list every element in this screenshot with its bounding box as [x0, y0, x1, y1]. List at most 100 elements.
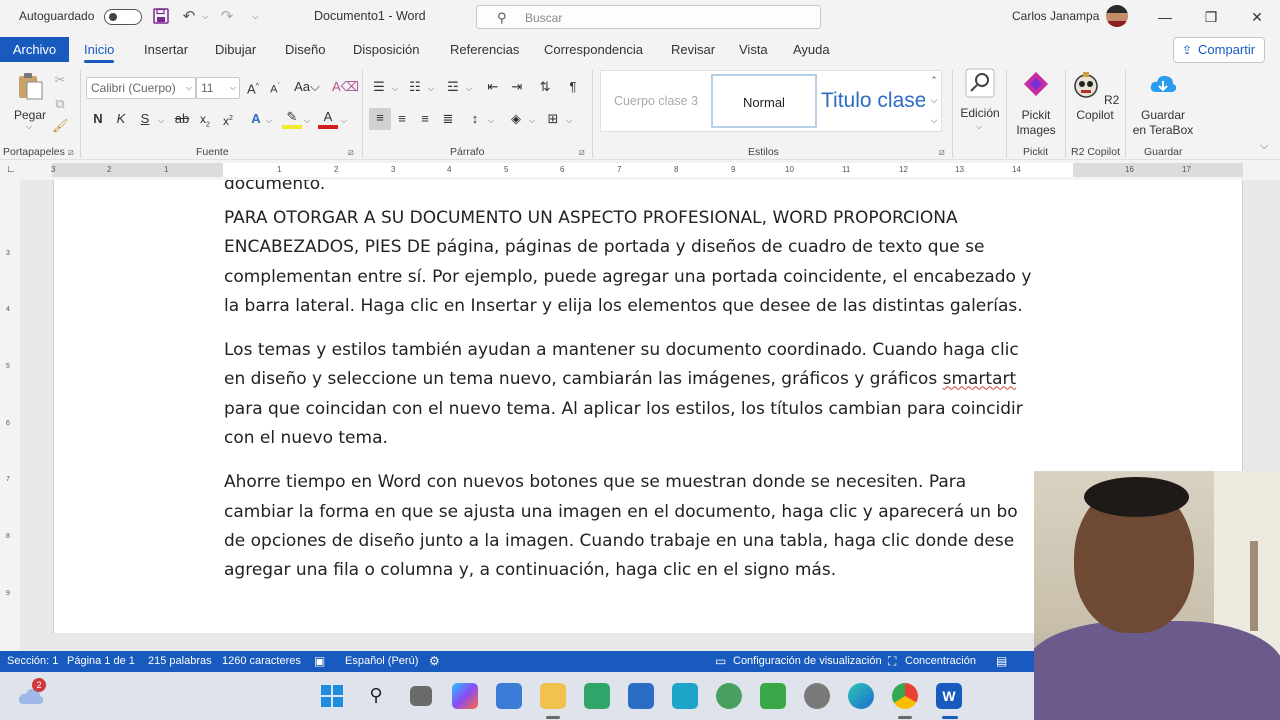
r2-copilot-button[interactable]: R2 Copilot: [1070, 70, 1120, 123]
calculator-icon[interactable]: [496, 683, 522, 709]
highlight-icon[interactable]: ✎: [282, 109, 302, 129]
close-icon[interactable]: ✕: [1245, 6, 1269, 28]
visual-studio-icon[interactable]: [628, 683, 654, 709]
format-painter-icon[interactable]: 🖌: [52, 116, 69, 136]
style-item-cuerpo[interactable]: Cuerpo clase 3: [603, 74, 709, 128]
horizontal-ruler[interactable]: ∟ 3 2 1 1 2 3 4 5 6 7 8 9 10 11 12 13 14…: [0, 160, 1280, 180]
clear-formatting-icon[interactable]: A⌫: [332, 77, 359, 97]
search-box[interactable]: ⚲ Buscar: [476, 5, 821, 29]
autosave-toggle[interactable]: [104, 9, 142, 25]
tab-correspondencia[interactable]: Correspondencia: [544, 42, 643, 57]
align-center-icon[interactable]: ≡: [393, 109, 411, 129]
proofing-icon[interactable]: ▣: [314, 654, 325, 668]
paragraph-launcher-icon[interactable]: ⧄: [579, 147, 585, 158]
bold-button[interactable]: N: [90, 109, 106, 129]
justify-icon[interactable]: ≣: [439, 109, 457, 129]
bullets-icon[interactable]: ☰: [370, 77, 388, 97]
show-formatting-icon[interactable]: ¶: [564, 77, 582, 97]
grow-font-icon[interactable]: A^: [244, 77, 262, 99]
weather-widget-icon[interactable]: 2: [18, 678, 48, 708]
camtasia-icon[interactable]: [760, 683, 786, 709]
multilevel-dropdown-icon[interactable]: ⌵: [466, 84, 472, 94]
word-icon[interactable]: W: [936, 683, 962, 709]
tab-insertar[interactable]: Insertar: [144, 42, 188, 57]
start-icon[interactable]: [319, 683, 345, 709]
highlight-dropdown-icon[interactable]: ⌵: [304, 116, 310, 126]
change-case-icon[interactable]: Aa⌵: [292, 77, 322, 97]
save-icon[interactable]: [152, 8, 170, 26]
task-view-icon[interactable]: [410, 686, 432, 706]
minimize-icon[interactable]: —: [1153, 6, 1177, 28]
paragraph-1[interactable]: PARA OTORGAR A SU DOCUMENTO UN ASPECTO P…: [224, 204, 1069, 321]
styles-more-icon[interactable]: ⌵: [926, 110, 942, 130]
status-chars[interactable]: 1260 caracteres: [222, 655, 301, 667]
paragraph-fragment[interactable]: documento.: [224, 180, 1069, 192]
tab-archivo[interactable]: Archivo: [0, 37, 69, 62]
styles-scroll-down-icon[interactable]: ⌵: [926, 90, 942, 110]
borders-icon[interactable]: ⊞: [544, 109, 562, 129]
increase-indent-icon[interactable]: ⇥: [508, 77, 526, 97]
status-display-settings[interactable]: Configuración de visualización: [733, 655, 882, 667]
paste-button[interactable]: Pegar: [10, 70, 50, 123]
misspelled-word[interactable]: smartart: [943, 369, 1017, 389]
editing-button[interactable]: Edición: [958, 68, 1002, 121]
cut-icon[interactable]: ✂: [52, 70, 68, 90]
line-spacing-icon[interactable]: ↕: [466, 109, 484, 129]
paste-dropdown-icon[interactable]: ⌵: [26, 122, 32, 132]
bullets-dropdown-icon[interactable]: ⌵: [392, 84, 398, 94]
tab-ayuda[interactable]: Ayuda: [793, 42, 830, 57]
paragraph-3[interactable]: Ahorre tiempo en Word con nuevos botones…: [224, 468, 1069, 585]
chrome-icon[interactable]: [892, 683, 918, 709]
font-color-icon[interactable]: A: [318, 109, 338, 129]
underline-button[interactable]: S: [137, 109, 153, 129]
display-settings-icon[interactable]: ▭: [715, 654, 726, 668]
tab-diseno[interactable]: Diseño: [285, 42, 325, 57]
tab-disposicion[interactable]: Disposición: [353, 42, 419, 57]
tab-inicio[interactable]: Inicio: [84, 42, 115, 63]
status-section[interactable]: Sección: 1: [7, 655, 58, 667]
avatar[interactable]: [1106, 5, 1128, 27]
globe-app-icon[interactable]: [716, 683, 742, 709]
decrease-indent-icon[interactable]: ⇤: [484, 77, 502, 97]
numbering-dropdown-icon[interactable]: ⌵: [428, 84, 434, 94]
status-page[interactable]: Página 1 de 1: [67, 655, 135, 667]
copilot-icon[interactable]: [452, 683, 478, 709]
edge-icon[interactable]: [848, 683, 874, 709]
collapse-ribbon-icon[interactable]: ⌵: [1260, 140, 1268, 153]
restore-icon[interactable]: ❐: [1199, 6, 1223, 28]
tab-referencias[interactable]: Referencias: [450, 42, 519, 57]
subscript-icon[interactable]: x2: [198, 109, 212, 135]
search-icon[interactable]: ⚲: [363, 685, 389, 706]
document-body[interactable]: documento. PARA OTORGAR A SU DOCUMENTO U…: [224, 180, 1069, 601]
status-words[interactable]: 215 palabras: [148, 655, 212, 667]
status-focus[interactable]: Concentración: [905, 655, 976, 667]
sort-icon[interactable]: ⇅: [536, 77, 554, 97]
redo-icon[interactable]: ↷: [218, 8, 236, 26]
text-effects-dropdown-icon[interactable]: ⌵: [266, 116, 272, 126]
copy-icon[interactable]: ⧉: [52, 94, 68, 114]
customize-qat-icon[interactable]: ⌵: [252, 11, 259, 22]
tab-vista[interactable]: Vista: [739, 42, 768, 57]
multilevel-list-icon[interactable]: ☲: [444, 77, 462, 97]
shading-dropdown-icon[interactable]: ⌵: [529, 116, 535, 126]
clipboard-launcher-icon[interactable]: ⧄: [68, 147, 74, 158]
terabox-save-button[interactable]: Guardar en TeraBox: [1130, 70, 1196, 138]
pickit-images-button[interactable]: Pickit Images: [1012, 70, 1060, 138]
style-item-titulo[interactable]: Titulo clase: [821, 74, 925, 128]
styles-launcher-icon[interactable]: ⧄: [939, 147, 945, 158]
italic-button[interactable]: K: [113, 109, 129, 129]
font-launcher-icon[interactable]: ⧄: [348, 147, 354, 158]
notes-icon[interactable]: [672, 683, 698, 709]
borders-dropdown-icon[interactable]: ⌵: [566, 116, 572, 126]
underline-dropdown-icon[interactable]: ⌵: [158, 116, 164, 126]
align-right-icon[interactable]: ≡: [416, 109, 434, 129]
file-explorer-icon[interactable]: [540, 683, 566, 709]
superscript-icon[interactable]: x2: [221, 109, 235, 131]
recorder-icon[interactable]: [804, 683, 830, 709]
shading-icon[interactable]: ◈: [507, 109, 525, 129]
undo-dropdown-icon[interactable]: ⌵: [202, 11, 209, 22]
vertical-ruler[interactable]: 3 4 5 6 7 8 9: [0, 180, 20, 651]
tab-revisar[interactable]: Revisar: [671, 42, 715, 57]
user-name[interactable]: Carlos Janampa: [1012, 9, 1099, 23]
focus-icon[interactable]: ⛶: [888, 654, 896, 669]
